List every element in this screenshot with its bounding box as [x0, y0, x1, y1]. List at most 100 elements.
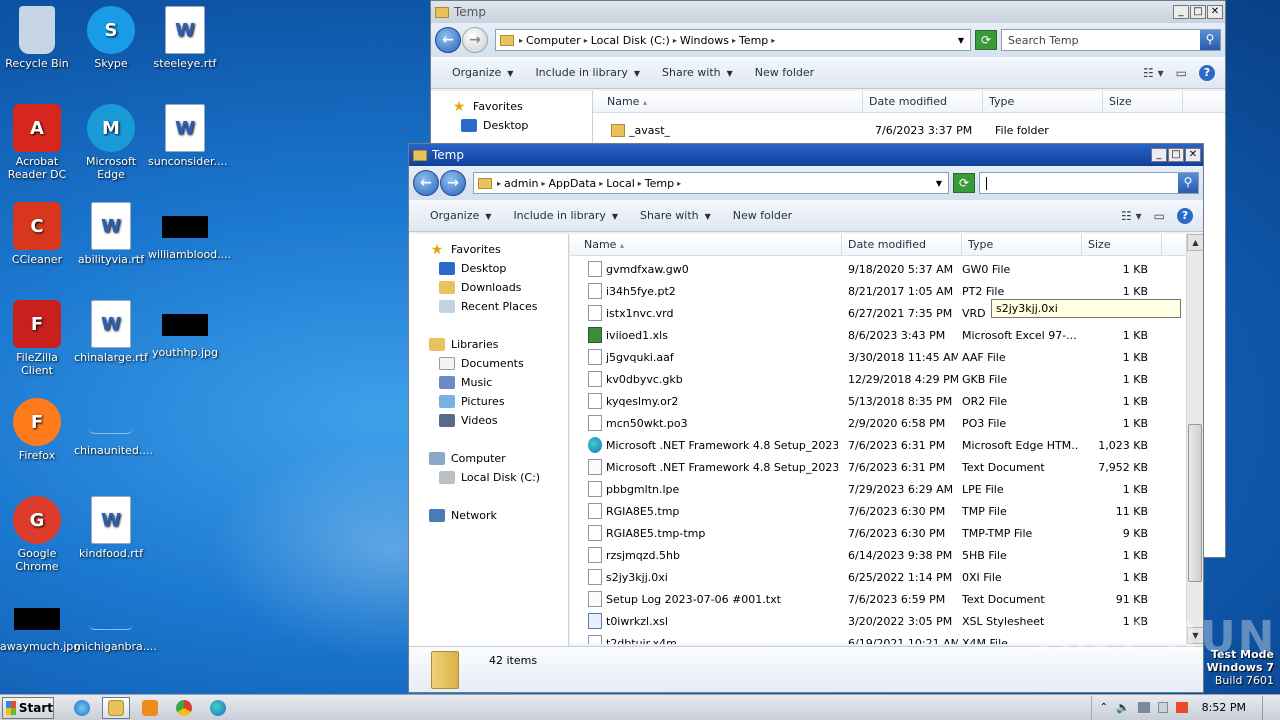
nav-favorites[interactable]: ★ Favorites — [429, 240, 568, 259]
nav-desktop[interactable]: Desktop — [429, 259, 568, 278]
network-icon[interactable] — [1137, 702, 1150, 713]
help-icon[interactable]: ? — [1199, 64, 1215, 81]
maximize-button[interactable]: □ — [1190, 5, 1206, 19]
breadcrumb-local-disk[interactable]: Local Disk (C:) — [591, 34, 670, 47]
nav-favorites[interactable]: ★ Favorites — [451, 97, 592, 116]
volume-icon[interactable]: 🔈 — [1116, 701, 1130, 714]
preview-pane-icon[interactable]: ▭ — [1176, 66, 1187, 80]
include-in-library-button[interactable]: Include in library ▼ — [526, 63, 649, 82]
vertical-scrollbar[interactable]: ▲ ▼ — [1186, 234, 1203, 644]
column-type[interactable]: Type — [983, 91, 1103, 113]
desktop-icon-filezilla-client[interactable]: F FileZilla Client — [0, 300, 74, 377]
search-icon[interactable]: ⚲ — [1178, 173, 1198, 193]
desktop-icon-acrobat-reader-dc[interactable]: A Acrobat Reader DC — [0, 104, 74, 181]
scrollbar-thumb[interactable] — [1188, 424, 1202, 582]
forward-arrow-icon[interactable]: → — [462, 27, 488, 53]
taskbar-chrome[interactable] — [170, 697, 198, 719]
scroll-up-arrow-icon[interactable]: ▲ — [1187, 234, 1203, 251]
forward-arrow-icon[interactable]: → — [440, 170, 466, 196]
desktop-icon-youthhp-jpg[interactable]: youthhp.jpg — [148, 300, 222, 359]
table-row[interactable]: kv0dbyvc.gkb 12/29/2018 4:29 PM GKB File 1 … — [570, 368, 1203, 390]
include-in-library-button[interactable]: Include in library ▼ — [504, 206, 627, 225]
search-input[interactable]: Search Temp ⚲ — [1001, 29, 1221, 51]
nav-libraries[interactable]: Libraries — [429, 335, 568, 354]
table-row[interactable]: Microsoft .NET Framework 4.8 Setup_20230… — [570, 456, 1203, 478]
column-size[interactable]: Size — [1082, 234, 1162, 256]
desktop-icon-recycle-bin[interactable]: Recycle Bin — [0, 6, 74, 70]
table-row[interactable]: _avast_ 7/6/2023 3:37 PM File folder — [593, 119, 1225, 141]
warning-icon[interactable] — [1175, 702, 1188, 713]
address-bar[interactable]: ▸ Computer ▸ Local Disk (C:) ▸ Windows ▸… — [495, 29, 971, 51]
desktop-icon-kindfood-rtf[interactable]: Wkindfood.rtf — [74, 496, 148, 560]
table-row[interactable]: mcn50wkt.po3 2/9/2020 6:58 PM PO3 File 1 KB — [570, 412, 1203, 434]
breadcrumb-appdata[interactable]: AppData — [549, 177, 597, 190]
nav-downloads[interactable]: Downloads — [429, 278, 568, 297]
new-folder-button[interactable]: New folder — [724, 206, 801, 225]
share-with-button[interactable]: Share with ▼ — [631, 206, 720, 225]
view-options-icon[interactable]: ☷ ▾ — [1121, 209, 1142, 223]
desktop-icon-chinaunited[interactable]: chinaunited.... — [74, 398, 153, 457]
search-icon[interactable]: ⚲ — [1200, 30, 1220, 50]
title-bar[interactable]: Temp _ □ ✕ — [409, 144, 1203, 166]
column-date[interactable]: Date modified — [842, 234, 962, 256]
desktop-icon-firefox[interactable]: F Firefox — [0, 398, 74, 462]
nav-network[interactable]: Network — [429, 506, 568, 525]
nav-pictures[interactable]: Pictures — [429, 392, 568, 411]
help-icon[interactable]: ? — [1177, 207, 1193, 224]
column-size[interactable]: Size — [1103, 91, 1183, 113]
breadcrumb-temp[interactable]: Temp — [739, 34, 768, 47]
column-date[interactable]: Date modified — [863, 91, 983, 113]
desktop-icon-google-chrome[interactable]: G Google Chrome — [0, 496, 74, 573]
desktop-icon-awaymuch-jpg[interactable]: awaymuch.jpg — [0, 594, 80, 653]
desktop-icon-abilityvia-rtf[interactable]: Wabilityvia.rtf — [74, 202, 148, 266]
table-row[interactable]: gvmdfxaw.gw0 9/18/2020 5:37 AM GW0 File 1 K… — [570, 258, 1203, 280]
desktop-icon-williamblood[interactable]: williamblood.... — [148, 202, 231, 261]
back-arrow-icon[interactable]: ← — [435, 27, 461, 53]
table-row[interactable]: RGIA8E5.tmp-tmp 7/6/2023 6:30 PM TMP-TMP F… — [570, 522, 1203, 544]
nav-recent-places[interactable]: Recent Places — [429, 297, 568, 316]
minimize-button[interactable]: _ — [1173, 5, 1189, 19]
share-with-button[interactable]: Share with ▼ — [653, 63, 742, 82]
view-options-icon[interactable]: ☷ ▾ — [1143, 66, 1164, 80]
desktop-icon-steeleye-rtf[interactable]: Wsteeleye.rtf — [148, 6, 222, 70]
table-row[interactable]: iviioed1.xls 8/6/2023 3:43 PM Microsoft Ex… — [570, 324, 1203, 346]
title-bar[interactable]: Temp _ □ ✕ — [431, 1, 1225, 23]
breadcrumb-windows[interactable]: Windows — [680, 34, 729, 47]
nav-computer[interactable]: Computer — [429, 449, 568, 468]
table-row[interactable]: RGIA8E5.tmp 7/6/2023 6:30 PM TMP File 11 KB — [570, 500, 1203, 522]
table-row[interactable]: Setup Log 2023-07-06 #001.txt 7/6/2023 6:… — [570, 588, 1203, 610]
chevron-down-icon[interactable]: ▼ — [936, 179, 942, 188]
nav-local-disk[interactable]: Local Disk (C:) — [429, 468, 568, 487]
organize-button[interactable]: Organize ▼ — [443, 63, 522, 82]
table-row[interactable]: rzsjmqzd.5hb 6/14/2023 9:38 PM 5HB File 1 K… — [570, 544, 1203, 566]
taskbar-media-player[interactable] — [136, 697, 164, 719]
minimize-button[interactable]: _ — [1151, 148, 1167, 162]
desktop-icon-microsoft-edge[interactable]: M Microsoft Edge — [74, 104, 148, 181]
chevron-down-icon[interactable]: ▼ — [958, 36, 964, 45]
start-button[interactable]: Start — [2, 696, 54, 719]
refresh-icon[interactable]: ⟳ — [953, 173, 975, 193]
desktop-icon-michiganbra[interactable]: michiganbra.... — [74, 594, 157, 653]
action-center-flag-icon[interactable] — [1157, 702, 1168, 713]
column-type[interactable]: Type — [962, 234, 1082, 256]
nav-videos[interactable]: Videos — [429, 411, 568, 430]
table-row[interactable]: Microsoft .NET Framework 4.8 Setup_20230… — [570, 434, 1203, 456]
address-bar[interactable]: ▸ admin ▸ AppData ▸ Local ▸ Temp ▸ ▼ — [473, 172, 949, 194]
breadcrumb-temp[interactable]: Temp — [645, 177, 674, 190]
taskbar-edge[interactable] — [204, 697, 232, 719]
search-input[interactable]: ⚲ — [979, 172, 1199, 194]
clock[interactable]: 8:52 PM — [1202, 701, 1246, 714]
desktop-icon-ccleaner[interactable]: C CCleaner — [0, 202, 74, 266]
nav-documents[interactable]: Documents — [429, 354, 568, 373]
table-row[interactable]: j5gvquki.aaf 3/30/2018 11:45 AM AAF File 1 … — [570, 346, 1203, 368]
table-row[interactable]: kyqeslmy.or2 5/13/2018 8:35 PM OR2 File 1 K… — [570, 390, 1203, 412]
taskbar-ie[interactable] — [68, 697, 96, 719]
show-hidden-icons-icon[interactable]: ⌃ — [1100, 702, 1108, 713]
new-folder-button[interactable]: New folder — [746, 63, 823, 82]
desktop-icon-skype[interactable]: S Skype — [74, 6, 148, 70]
nav-music[interactable]: Music — [429, 373, 568, 392]
desktop-icon-chinalarge-rtf[interactable]: Wchinalarge.rtf — [74, 300, 148, 364]
breadcrumb-computer[interactable]: Computer — [526, 34, 581, 47]
show-desktop-button[interactable] — [1262, 695, 1272, 720]
desktop-icon-sunconsider[interactable]: Wsunconsider.... — [148, 104, 227, 168]
